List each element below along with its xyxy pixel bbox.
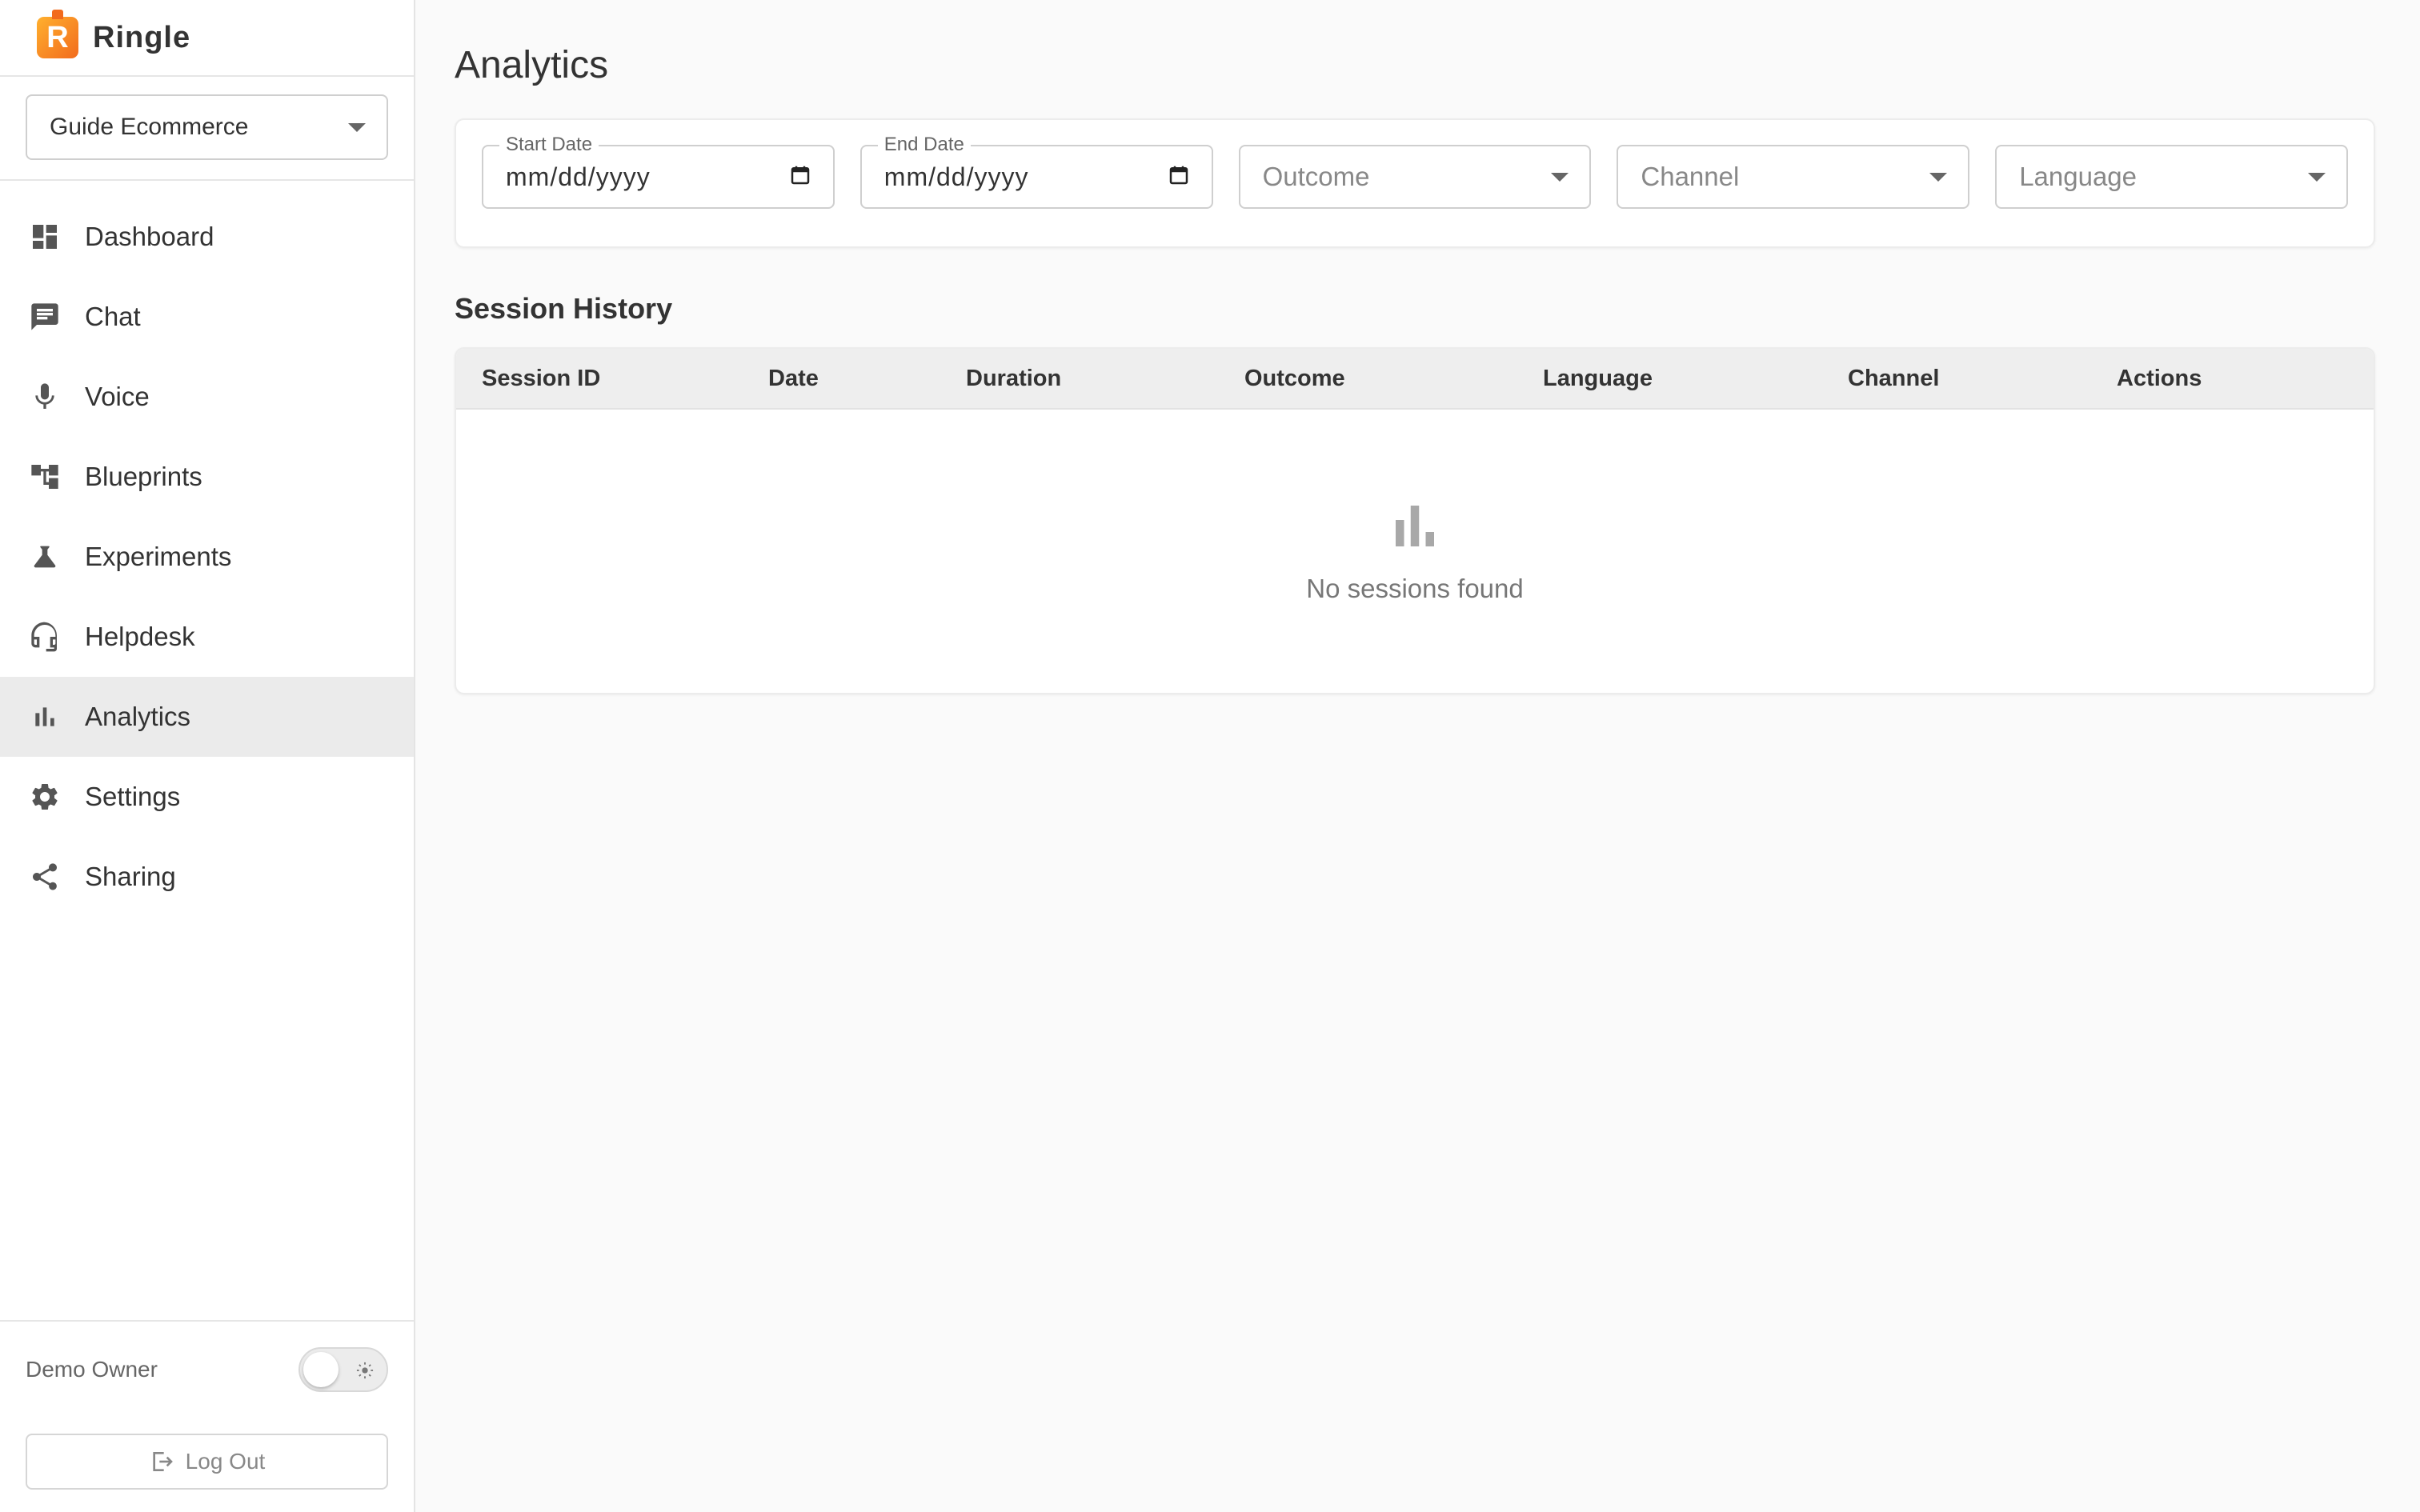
share-icon xyxy=(29,861,61,893)
sidebar-item-settings[interactable]: Settings xyxy=(0,757,414,837)
column-header-date[interactable]: Date xyxy=(768,366,966,392)
sidebar-item-blueprints[interactable]: Blueprints xyxy=(0,437,414,517)
column-header-actions: Actions xyxy=(2117,365,2202,391)
logout-icon xyxy=(153,1452,173,1471)
brand[interactable]: R Ringle xyxy=(0,0,414,77)
sidebar-item-label: Dashboard xyxy=(85,222,214,251)
column-header-duration[interactable]: Duration xyxy=(966,366,1244,392)
brand-name: Ringle xyxy=(93,20,191,54)
sidebar-item-chat[interactable]: Chat xyxy=(0,277,414,357)
table-header: Session ID Date Duration Outcome Languag… xyxy=(456,349,2374,410)
project-select[interactable]: Guide Ecommerce xyxy=(26,94,388,160)
outcome-select[interactable]: Outcome xyxy=(1238,145,1592,209)
language-placeholder: Language xyxy=(2019,162,2138,191)
filter-card: Start Date mm/dd/yyyy End Date mm/dd/yyy… xyxy=(455,118,2375,248)
sidebar-item-label: Analytics xyxy=(85,702,191,731)
sidebar-item-experiments[interactable]: Experiments xyxy=(0,517,414,597)
channel-placeholder: Channel xyxy=(1641,162,1740,191)
bar-chart-icon xyxy=(29,701,61,733)
headset-icon xyxy=(29,621,61,653)
sidebar: R Ringle Guide Ecommerce Dashboard Chat xyxy=(0,0,415,1512)
chevron-down-icon xyxy=(2307,172,2326,182)
section-title: Session History xyxy=(455,292,673,325)
chat-icon xyxy=(29,301,61,333)
sidebar-item-helpdesk[interactable]: Helpdesk xyxy=(0,597,414,677)
sun-icon xyxy=(356,1362,374,1379)
microphone-icon xyxy=(29,381,61,413)
sidebar-item-label: Chat xyxy=(85,302,141,331)
dashboard-icon xyxy=(29,221,61,253)
sidebar-item-label: Experiments xyxy=(85,542,232,571)
theme-toggle[interactable] xyxy=(298,1347,388,1392)
page-title: Analytics xyxy=(455,44,609,86)
sidebar-footer: Demo Owner Log Out xyxy=(0,1320,414,1512)
sidebar-item-dashboard[interactable]: Dashboard xyxy=(0,197,414,277)
sidebar-item-voice[interactable]: Voice xyxy=(0,357,414,437)
chevron-down-icon xyxy=(1551,172,1569,182)
chevron-down-icon xyxy=(348,122,366,132)
app-root: R Ringle Guide Ecommerce Dashboard Chat xyxy=(0,0,2420,1512)
bar-chart-icon xyxy=(1396,506,1434,546)
calendar-icon[interactable] xyxy=(1167,163,1191,191)
column-header-channel[interactable]: Channel xyxy=(1848,366,2117,392)
sidebar-item-sharing[interactable]: Sharing xyxy=(0,837,414,917)
sidebar-nav: Dashboard Chat Voice Blueprints Experime… xyxy=(0,181,414,917)
start-date-label: Start Date xyxy=(499,134,599,156)
start-date-value: mm/dd/yyyy xyxy=(506,162,651,191)
flask-icon xyxy=(29,541,61,573)
gear-icon xyxy=(29,781,61,813)
main-content: Analytics Start Date mm/dd/yyyy End Date… xyxy=(415,0,2420,1512)
blueprints-icon xyxy=(29,461,61,493)
empty-state: No sessions found xyxy=(456,410,2374,693)
toggle-knob xyxy=(303,1352,339,1387)
end-date-label: End Date xyxy=(877,134,971,156)
logout-button[interactable]: Log Out xyxy=(26,1434,388,1490)
column-header-language[interactable]: Language xyxy=(1543,366,1848,392)
brand-logo: R xyxy=(37,10,78,58)
owner-name: Demo Owner xyxy=(26,1357,158,1382)
end-date-field[interactable]: End Date mm/dd/yyyy xyxy=(859,134,1213,209)
outcome-placeholder: Outcome xyxy=(1262,162,1370,191)
column-header-outcome[interactable]: Outcome xyxy=(1244,366,1543,392)
sidebar-item-label: Voice xyxy=(85,382,150,411)
language-select[interactable]: Language xyxy=(1995,145,2348,209)
session-table: Session ID Date Duration Outcome Languag… xyxy=(455,347,2375,694)
calendar-icon[interactable] xyxy=(788,163,812,191)
sidebar-item-analytics[interactable]: Analytics xyxy=(0,677,414,757)
owner-row: Demo Owner xyxy=(26,1346,388,1394)
channel-select[interactable]: Channel xyxy=(1617,145,1970,209)
sidebar-item-label: Sharing xyxy=(85,862,176,891)
start-date-field[interactable]: Start Date mm/dd/yyyy xyxy=(482,134,835,209)
logout-label: Log Out xyxy=(185,1449,266,1474)
sidebar-item-label: Settings xyxy=(85,782,181,811)
sidebar-item-label: Blueprints xyxy=(85,462,202,491)
sidebar-item-label: Helpdesk xyxy=(85,622,195,651)
end-date-value: mm/dd/yyyy xyxy=(883,162,1029,191)
chevron-down-icon xyxy=(1929,172,1948,182)
project-select-value: Guide Ecommerce xyxy=(50,114,249,140)
project-selector-wrap: Guide Ecommerce xyxy=(0,77,414,181)
column-header-session-id[interactable]: Session ID xyxy=(456,366,768,392)
empty-state-text: No sessions found xyxy=(1306,574,1524,603)
